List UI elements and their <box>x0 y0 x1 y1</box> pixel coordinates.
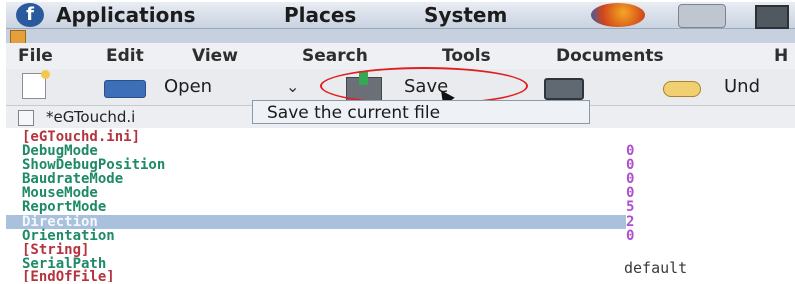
code-line: ShowDebugPosition <box>22 157 166 173</box>
menu-file[interactable]: File <box>18 43 53 69</box>
value-text: 0 <box>626 228 635 244</box>
top-panel: f Applications Places System <box>6 2 795 29</box>
value-text: 2 <box>626 214 635 230</box>
undo-button[interactable]: Und <box>724 73 760 101</box>
value-text: 0 <box>626 171 635 187</box>
value-text: 5 <box>626 199 635 215</box>
value-text: 0 <box>626 185 635 201</box>
print-icon[interactable] <box>544 78 584 100</box>
menu-help[interactable]: H <box>774 43 788 69</box>
tab-document-icon <box>18 110 34 126</box>
panel-menu-places[interactable]: Places <box>284 2 356 28</box>
code-line: [eGTouchd.ini] <box>22 129 141 145</box>
tab-egtouchd[interactable]: *eGTouchd.i <box>46 106 135 128</box>
code-line: MouseMode <box>22 185 98 201</box>
distro-logo-icon[interactable]: f <box>16 3 44 27</box>
code-line: [EndOfFile] <box>22 269 115 282</box>
open-button[interactable]: Open <box>164 73 212 101</box>
chevron-down-icon[interactable]: ⌄ <box>286 77 299 96</box>
selected-line-highlight <box>6 215 626 229</box>
value-text: default <box>624 259 688 277</box>
menubar: File Edit View Search Tools Documents H <box>6 43 795 69</box>
camera-icon[interactable] <box>678 4 726 28</box>
open-folder-icon[interactable] <box>104 80 146 98</box>
undo-icon[interactable] <box>663 81 701 97</box>
code-line-selected: Direction <box>22 214 98 230</box>
menu-search[interactable]: Search <box>302 43 368 69</box>
panel-square-icon[interactable] <box>755 5 789 29</box>
value-text: 0 <box>626 157 635 173</box>
code-line: DebugMode <box>22 143 98 159</box>
gedit-window: f Applications Places System File Edit V… <box>6 2 795 282</box>
save-tooltip: Save the current file <box>252 100 590 124</box>
panel-menu-system[interactable]: System <box>424 2 507 28</box>
menu-tools[interactable]: Tools <box>442 43 491 69</box>
panel-menu-applications[interactable]: Applications <box>56 2 195 28</box>
menu-view[interactable]: View <box>192 43 238 69</box>
window-titlebar <box>6 29 795 44</box>
firefox-icon[interactable] <box>591 3 645 27</box>
text-editor-icon <box>10 30 26 44</box>
code-line: BaudrateMode <box>22 171 124 187</box>
new-document-icon[interactable] <box>22 70 50 99</box>
code-line: [String] <box>22 242 90 258</box>
code-line: Orientation <box>22 228 115 244</box>
value-text: 0 <box>626 143 635 159</box>
menu-documents[interactable]: Documents <box>556 43 664 69</box>
menu-edit[interactable]: Edit <box>106 43 144 69</box>
code-line: ReportMode <box>22 199 107 215</box>
